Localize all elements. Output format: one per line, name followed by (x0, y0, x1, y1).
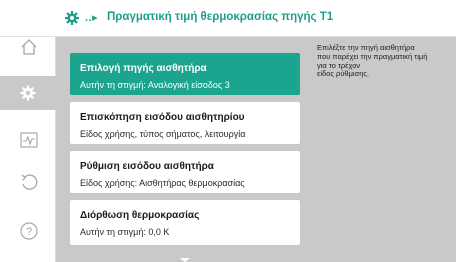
home-button[interactable] (18, 36, 40, 58)
menu-item-title: Επισκόπηση εισόδου αισθητηρίου (80, 112, 245, 123)
scroll-down-arrow-icon[interactable] (180, 258, 190, 262)
menu-item-subtitle: Είδος χρήσης, τύπος σήματος, λειτουργία (80, 129, 246, 139)
menu-item-sensor-overview[interactable]: Επισκόπηση εισόδου αισθητηρίου Είδος χρή… (70, 102, 300, 144)
help-text-line: είδος ρύθμισης. (317, 69, 370, 79)
menu-item-temp-correction[interactable]: Διόρθωση θερμοκρασίας Αυτήν τη στιγμή: 0… (70, 200, 300, 245)
help-icon: ? (20, 222, 38, 240)
menu-item-sensor-source[interactable]: Επιλογή πηγής αισθητήρα Αυτήν τη στιγμή:… (70, 53, 300, 95)
sidebar-nav: ? (0, 0, 56, 262)
gear-icon (65, 11, 79, 25)
diagnostics-icon (20, 132, 38, 148)
menu-item-title: Ρύθμιση εισόδου αισθητήρα (80, 161, 214, 172)
menu-item-sensor-setup[interactable]: Ρύθμιση εισόδου αισθητήρα Είδος χρήσης: … (70, 151, 300, 193)
help-text: Επιλέξτε την πηγή αισθητήρα που παρέχει … (317, 43, 452, 79)
back-button[interactable] (18, 171, 40, 193)
settings-gear-icon (20, 85, 36, 101)
menu-item-subtitle: Αυτήν τη στιγμή: 0,0 K (80, 227, 170, 237)
menu-item-title: Επιλογή πηγής αισθητήρα (80, 63, 207, 74)
svg-text:?: ? (26, 226, 32, 238)
home-icon (21, 39, 37, 55)
menu-item-subtitle: Είδος χρήσης: Αισθητήρας θερμοκρασίας (80, 178, 245, 188)
menu-item-subtitle: Αυτήν τη στιγμή: Αναλογική είσοδος 3 (80, 80, 230, 90)
help-button[interactable]: ? (18, 220, 40, 242)
diagnostics-button[interactable] (18, 129, 40, 151)
settings-button[interactable] (0, 76, 56, 110)
menu-list: Επιλογή πηγής αισθητήρα Αυτήν τη στιγμή:… (57, 38, 311, 262)
page-title: Πραγματική τιμή θερμοκρασίας πηγής T1 (107, 11, 334, 23)
undo-icon (21, 174, 38, 190)
menu-item-title: Διόρθωση θερμοκρασίας (80, 210, 200, 221)
header-bar: ..▸ Πραγματική τιμή θερμοκρασίας πηγής T… (0, 0, 456, 37)
breadcrumb[interactable]: ..▸ (85, 11, 98, 24)
